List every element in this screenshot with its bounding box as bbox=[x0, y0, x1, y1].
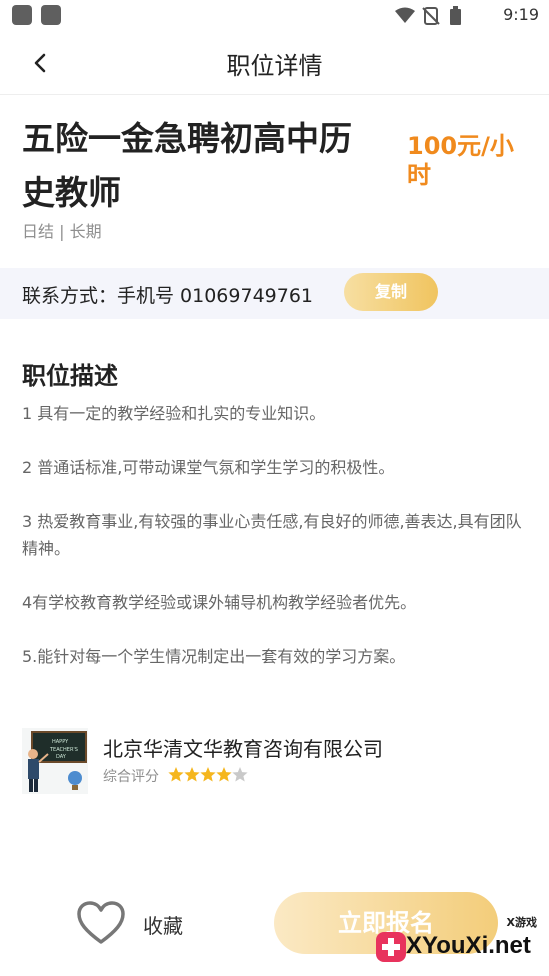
contact-info: 联系方式：手机号 01069749761 bbox=[22, 285, 314, 307]
star-filled-icon bbox=[184, 767, 200, 782]
notification-icon bbox=[41, 5, 61, 25]
salary-line: 时 bbox=[407, 161, 431, 189]
description-item: 3 热爱教育事业,有较强的事业心责任感,有良好的师德,善表达,具有团队精神。 bbox=[22, 512, 522, 558]
system-icons bbox=[395, 6, 461, 25]
watermark-small-text: X游戏 bbox=[506, 916, 537, 929]
job-title-line: 史教师 bbox=[22, 173, 121, 212]
description-item: 5.能针对每一个学生情况制定出一套有效的学习方案。 bbox=[22, 647, 406, 666]
watermark-logo-icon bbox=[376, 932, 406, 962]
contact-band: 联系方式：手机号 01069749761 复制 bbox=[0, 268, 549, 319]
logo-board-text: HAPPY bbox=[52, 739, 69, 745]
salary-line: 100元/小 bbox=[407, 132, 514, 160]
watermark: X游戏 XYouXi.net bbox=[372, 916, 549, 976]
job-title-line: 五险一金急聘初高中历 bbox=[22, 119, 352, 158]
nav-bar: 职位详情 bbox=[0, 32, 549, 95]
description-item: 2 普通话标准,可带动课堂气氛和学生学习的积极性。 bbox=[22, 458, 395, 477]
copy-button[interactable]: 复制 bbox=[344, 273, 438, 311]
description-list: 1 具有一定的教学经验和扎实的专业知识。 2 普通话标准,可带动课堂气氛和学生学… bbox=[22, 400, 527, 697]
description-title: 职位描述 bbox=[22, 362, 118, 390]
description-item: 1 具有一定的教学经验和扎实的专业知识。 bbox=[22, 404, 326, 423]
favorite-label[interactable]: 收藏 bbox=[143, 910, 183, 939]
watermark-text: XYouXi.net bbox=[406, 932, 531, 959]
wifi-icon bbox=[395, 7, 415, 23]
rating-stars bbox=[168, 767, 248, 782]
no-sim-icon bbox=[422, 7, 440, 25]
notification-icon bbox=[12, 5, 32, 25]
svg-text:TEACHER'S: TEACHER'S bbox=[49, 747, 78, 753]
rating-label: 综合评分 bbox=[103, 769, 159, 785]
salary: 100元/小 时 bbox=[407, 132, 527, 190]
star-empty-icon bbox=[232, 767, 248, 782]
svg-text:DAY: DAY bbox=[56, 754, 67, 760]
battery-icon bbox=[450, 6, 461, 25]
star-filled-icon bbox=[168, 767, 184, 782]
clock: 9:19 bbox=[503, 5, 539, 24]
heart-icon[interactable] bbox=[76, 900, 126, 946]
star-filled-icon bbox=[200, 767, 216, 782]
company-name[interactable]: 北京华清文华教育咨询有限公司 bbox=[103, 733, 383, 762]
page-title: 职位详情 bbox=[226, 52, 323, 80]
description-item: 4有学校教育教学经验或课外辅导机构教学经验者优先。 bbox=[22, 593, 417, 612]
company-logo[interactable]: HAPPY TEACHER'S DAY bbox=[22, 728, 88, 794]
job-title: 五险一金急聘初高中历 史教师 bbox=[22, 112, 382, 220]
star-filled-icon bbox=[216, 767, 232, 782]
status-bar: 9:19 bbox=[0, 0, 549, 32]
job-tags: 日结 | 长期 bbox=[22, 222, 102, 241]
